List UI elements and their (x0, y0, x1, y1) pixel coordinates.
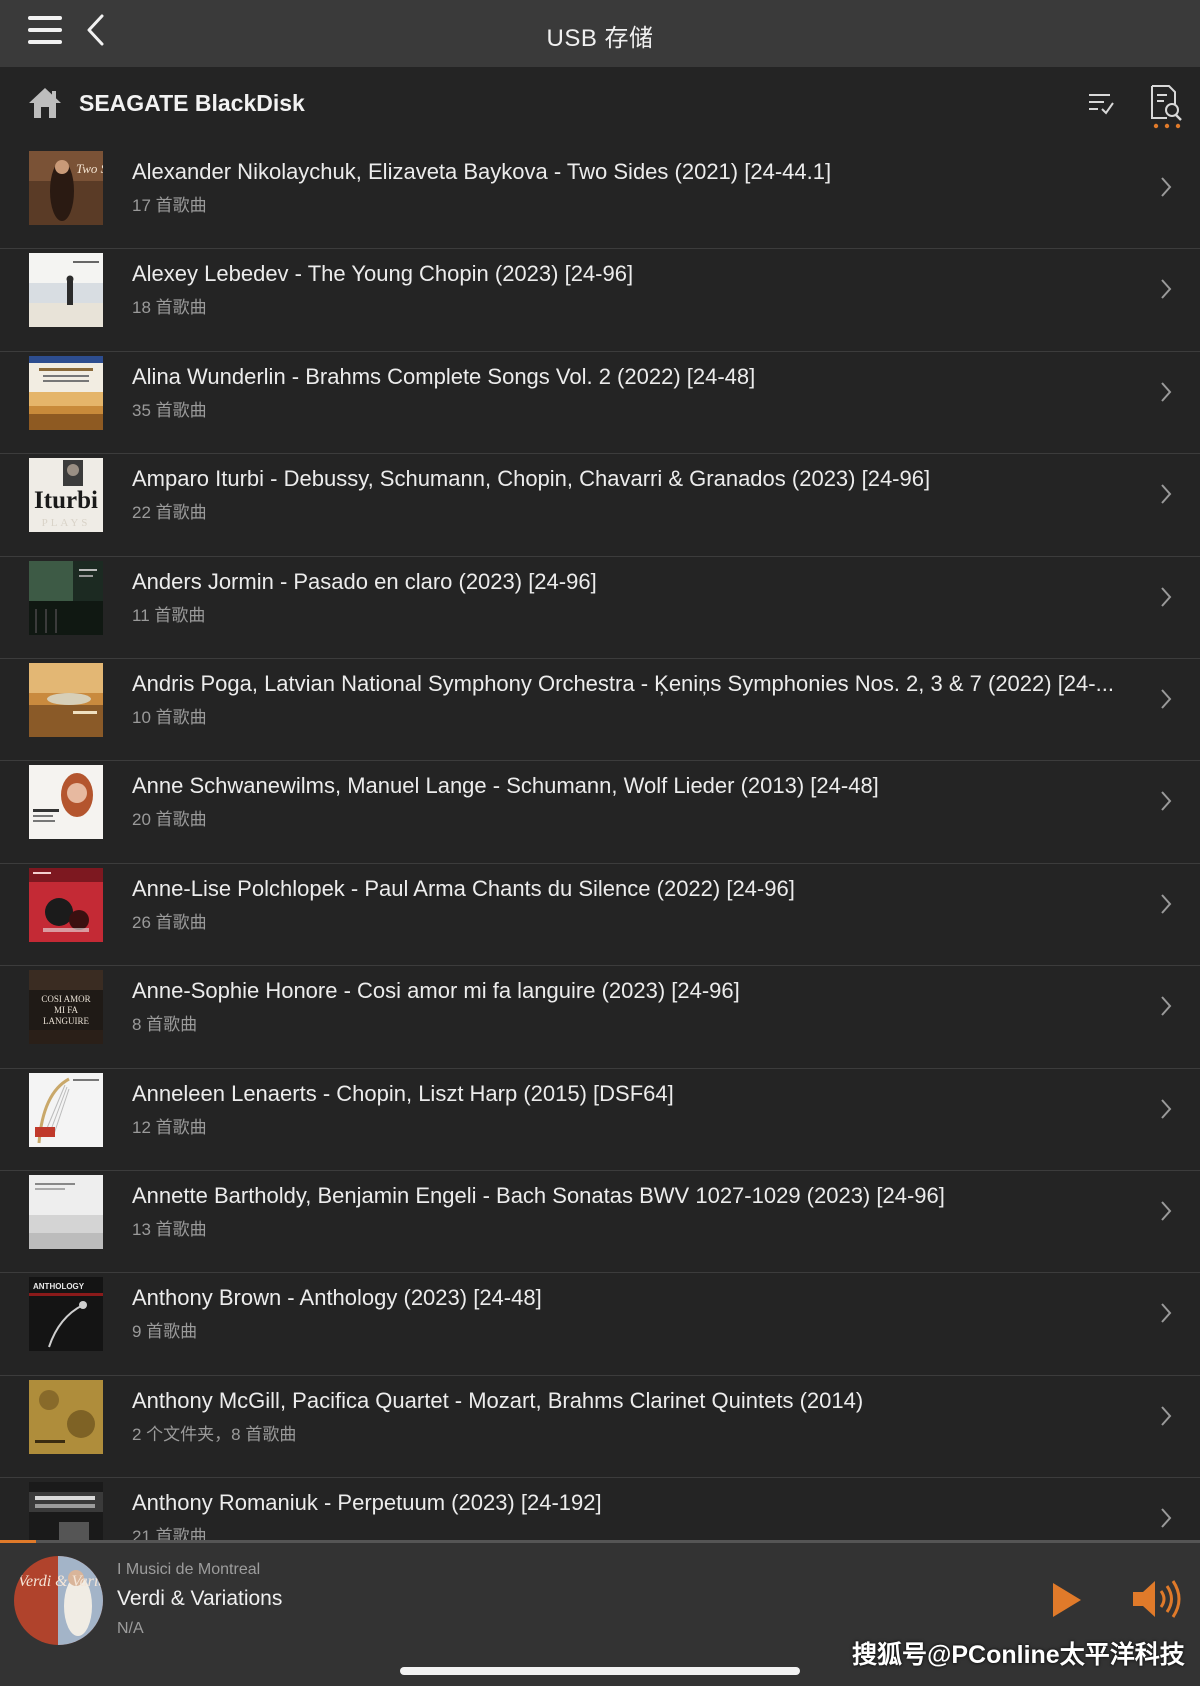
album-cover (29, 867, 103, 942)
home-icon[interactable] (27, 86, 63, 120)
album-title: Anne-Sophie Honore - Cosi amor mi fa lan… (132, 978, 740, 1004)
album-track-count: 22 首歌曲 (132, 503, 207, 523)
playback-progress[interactable] (0, 1540, 36, 1543)
album-cover (29, 253, 103, 328)
chevron-right-icon[interactable] (1159, 277, 1173, 301)
album-list[interactable]: Two Sides Alexander Nikolaychuk, Elizave… (0, 147, 1200, 1540)
album-title: Anders Jormin - Pasado en claro (2023) [… (132, 568, 597, 594)
album-cover (29, 1379, 103, 1454)
album-cover: ANTHOLOGY (29, 1277, 103, 1352)
now-playing-album-art[interactable]: Verdi & Variations (14, 1556, 103, 1645)
album-row[interactable]: Anne-Lise Polchlopek - Paul Arma Chants … (0, 864, 1200, 967)
album-cover (29, 662, 103, 737)
sort-icon[interactable] (1088, 91, 1114, 115)
album-cover (29, 1072, 103, 1147)
album-track-count: 20 首歌曲 (132, 810, 207, 830)
album-row[interactable]: Anders Jormin - Pasado en claro (2023) [… (0, 557, 1200, 659)
album-track-count: 13 首歌曲 (132, 1219, 207, 1239)
album-row[interactable]: Iturbi PLAYS Amparo Iturbi - Debussy, Sc… (0, 454, 1200, 557)
play-icon[interactable] (1050, 1580, 1084, 1620)
album-row[interactable]: Alina Wunderlin - Brahms Complete Songs … (0, 352, 1200, 455)
album-row[interactable]: Annette Bartholdy, Benjamin Engeli - Bac… (0, 1171, 1200, 1274)
album-title: Anthony Brown - Anthology (2023) [24-48] (132, 1285, 542, 1311)
album-track-count: 9 首歌曲 (132, 1322, 198, 1342)
album-row[interactable]: Anthony Romaniuk - Perpetuum (2023) [24-… (0, 1478, 1200, 1540)
album-cover: Iturbi PLAYS (29, 458, 103, 533)
album-cover (29, 765, 103, 840)
album-track-count: 18 首歌曲 (132, 298, 207, 318)
now-playing-format: N/A (117, 1620, 144, 1637)
chevron-right-icon[interactable] (1159, 585, 1173, 609)
album-title: Anthony McGill, Pacifica Quartet - Mozar… (132, 1387, 864, 1413)
more-dots-icon[interactable] (1152, 121, 1182, 131)
svg-text:LANGUIRE: LANGUIRE (43, 1016, 89, 1026)
page-title: USB 存储 (546, 25, 654, 52)
svg-text:Two Sides: Two Sides (76, 161, 103, 176)
album-title: Anne Schwanewilms, Manuel Lange - Schuma… (132, 773, 879, 799)
svg-text:PLAYS: PLAYS (42, 517, 91, 529)
chevron-right-icon[interactable] (1159, 789, 1173, 813)
svg-text:MI FA: MI FA (54, 1005, 79, 1015)
album-row[interactable]: Andris Poga, Latvian National Symphony O… (0, 659, 1200, 762)
album-track-count: 21 首歌曲 (132, 1527, 207, 1540)
album-row[interactable]: COSI AMOR MI FA LANGUIRE Anne-Sophie Hon… (0, 966, 1200, 1069)
album-row[interactable]: Anne Schwanewilms, Manuel Lange - Schuma… (0, 761, 1200, 864)
album-title: Alexander Nikolaychuk, Elizaveta Baykova… (132, 159, 832, 184)
now-playing-bar[interactable]: Verdi & Variations I Musici de Montreal … (0, 1540, 1200, 1686)
chevron-right-icon[interactable] (1159, 380, 1173, 404)
now-playing-artist: I Musici de Montreal (117, 1561, 261, 1578)
device-name: SEAGATE BlackDisk (79, 90, 305, 116)
now-playing-title: Verdi & Variations (117, 1587, 283, 1610)
album-track-count: 2 个文件夹，8 首歌曲 (132, 1424, 297, 1444)
album-cover: COSI AMOR MI FA LANGUIRE (29, 970, 103, 1045)
watermark-text: 搜狐号@PConline太平洋科技 (852, 1641, 1185, 1669)
svg-text:ANTHOLOGY: ANTHOLOGY (33, 1282, 85, 1291)
album-cover (29, 1482, 103, 1540)
album-track-count: 8 首歌曲 (132, 1015, 198, 1035)
album-track-count: 17 首歌曲 (132, 196, 207, 215)
album-row[interactable]: Anthony McGill, Pacifica Quartet - Mozar… (0, 1376, 1200, 1479)
album-title: Annette Bartholdy, Benjamin Engeli - Bac… (132, 1182, 945, 1208)
chevron-right-icon[interactable] (1159, 687, 1173, 711)
album-row[interactable]: Two Sides Alexander Nikolaychuk, Elizave… (0, 147, 1200, 250)
volume-icon[interactable] (1131, 1577, 1183, 1621)
chevron-right-icon[interactable] (1159, 1301, 1173, 1325)
home-indicator[interactable] (400, 1667, 800, 1675)
album-row[interactable]: Anneleen Lenaerts - Chopin, Liszt Harp (… (0, 1069, 1200, 1171)
chevron-right-icon[interactable] (1159, 1097, 1173, 1121)
album-title: Anne-Lise Polchlopek - Paul Arma Chants … (132, 875, 795, 901)
svg-text:COSI AMOR: COSI AMOR (41, 994, 90, 1004)
album-title: Andris Poga, Latvian National Symphony O… (132, 670, 1114, 696)
album-row[interactable]: Alexey Lebedev - The Young Chopin (2023)… (0, 249, 1200, 352)
svg-text:Iturbi: Iturbi (34, 487, 98, 514)
album-cover: Two Sides (29, 151, 103, 225)
chevron-right-icon[interactable] (1159, 175, 1173, 199)
album-title: Alina Wunderlin - Brahms Complete Songs … (132, 363, 756, 389)
chevron-right-icon[interactable] (1159, 1404, 1173, 1428)
chevron-right-icon[interactable] (1159, 1506, 1173, 1530)
svg-text:Verdi & Variations: Verdi & Variations (18, 1573, 103, 1590)
album-title: Alexey Lebedev - The Young Chopin (2023)… (132, 261, 634, 287)
album-title: Amparo Iturbi - Debussy, Schumann, Chopi… (132, 466, 931, 492)
chevron-right-icon[interactable] (1159, 892, 1173, 916)
album-track-count: 35 首歌曲 (132, 400, 207, 420)
album-row[interactable]: ANTHOLOGY Anthony Brown - Anthology (202… (0, 1273, 1200, 1376)
album-title: Anthony Romaniuk - Perpetuum (2023) [24-… (132, 1490, 602, 1516)
chevron-right-icon[interactable] (1159, 1199, 1173, 1223)
album-track-count: 11 首歌曲 (132, 605, 206, 625)
top-bar: USB 存储 (0, 0, 1200, 67)
album-track-count: 12 首歌曲 (132, 1117, 207, 1137)
chevron-right-icon[interactable] (1159, 482, 1173, 506)
album-cover (29, 1174, 103, 1249)
album-cover (29, 355, 103, 430)
album-title: Anneleen Lenaerts - Chopin, Liszt Harp (… (132, 1080, 674, 1106)
album-track-count: 10 首歌曲 (132, 707, 207, 727)
album-cover (29, 560, 103, 635)
document-search-icon[interactable] (1149, 84, 1183, 122)
chevron-right-icon[interactable] (1159, 994, 1173, 1018)
album-track-count: 26 首歌曲 (132, 912, 207, 932)
